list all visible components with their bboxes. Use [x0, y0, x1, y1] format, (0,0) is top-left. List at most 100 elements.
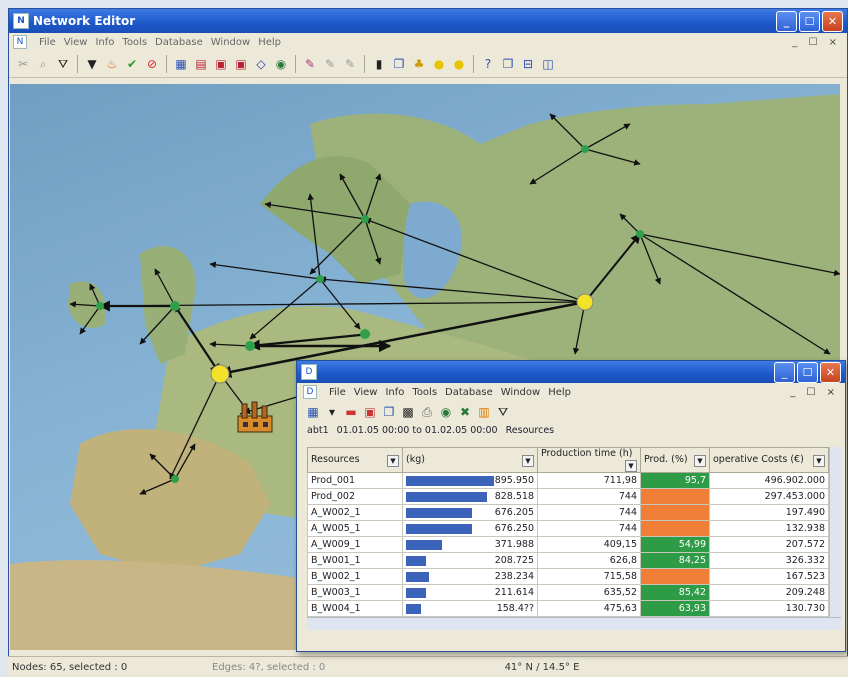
kg-bar	[406, 604, 421, 614]
cell-time: 744	[537, 488, 641, 505]
bulb2-icon[interactable]: ●	[451, 56, 467, 72]
globe-icon[interactable]: ◉	[438, 404, 454, 420]
inner-menu-view[interactable]: View	[354, 387, 378, 398]
diamond-icon[interactable]: ◇	[253, 56, 269, 72]
filter-icon[interactable]: ⛛	[55, 56, 71, 72]
filter-icon[interactable]: ▼	[522, 454, 534, 467]
title-bar[interactable]: N Network Editor _ ☐ ✕	[9, 9, 847, 33]
inner-menu-help[interactable]: Help	[548, 387, 571, 398]
table-row[interactable]: Prod_002 828.518 744 297.453.000	[307, 488, 829, 505]
cell-resource: B_W002_1	[307, 568, 403, 585]
cell-time: 475,63	[537, 600, 641, 617]
kg-value: 676.250	[494, 523, 534, 534]
col-prod-percent[interactable]: Prod. (%) ▼	[640, 447, 710, 473]
cut-icon[interactable]: ✂	[15, 56, 31, 72]
cell-time: 409,15	[537, 536, 641, 553]
cell-time: 711,98	[537, 472, 641, 489]
col-production-time[interactable]: Production time (h) ▼	[537, 447, 641, 473]
status-edges: Edges: 4?, selected : 0	[212, 661, 326, 673]
filter-icon[interactable]: ⛛	[495, 404, 511, 420]
table-row[interactable]: B_W002_1 238.234 715,58 167.523	[307, 568, 829, 585]
export-icon[interactable]: ▬	[343, 404, 359, 420]
excel-icon[interactable]: ✖	[457, 404, 473, 420]
menu-info[interactable]: Info	[95, 37, 114, 48]
menu-view[interactable]: View	[64, 37, 88, 48]
dropdown-icon[interactable]: ▾	[324, 404, 340, 420]
inner-mdi-controls[interactable]: _ ☐ ×	[790, 387, 845, 398]
filter-icon[interactable]: ▼	[625, 460, 637, 472]
inner-close-button[interactable]: ✕	[820, 361, 841, 383]
kg-bar	[406, 476, 494, 486]
calc-icon[interactable]: ▩	[400, 404, 416, 420]
copy-icon[interactable]: ❐	[381, 404, 397, 420]
vertical-scrollbar[interactable]	[829, 447, 842, 617]
mdi-controls[interactable]: _ ☐ ×	[792, 37, 847, 48]
pencil2-icon[interactable]: ✎	[322, 56, 338, 72]
table-row[interactable]: A_W009_1 371.988 409,15 54,99 207.572	[307, 536, 829, 553]
kg-bar	[406, 588, 426, 598]
globe-icon[interactable]: ◉	[273, 56, 289, 72]
node	[361, 215, 369, 223]
table-row[interactable]: A_W002_1 676.205 744 197.490	[307, 504, 829, 521]
bulb-icon[interactable]: ●	[431, 56, 447, 72]
find-icon[interactable]: ⌕	[35, 56, 51, 72]
close-button[interactable]: ✕	[822, 10, 843, 32]
inner-menu-window[interactable]: Window	[501, 387, 540, 398]
window-icon[interactable]: ❐	[500, 56, 516, 72]
box-icon[interactable]: ▣	[213, 56, 229, 72]
node	[170, 301, 180, 311]
stack-icon[interactable]: ▮	[371, 56, 387, 72]
inner-minimize-button[interactable]: _	[774, 361, 795, 383]
table-row[interactable]: B_W001_1 208.725 626,8 84,25 326.332	[307, 552, 829, 569]
inner-menu-database[interactable]: Database	[445, 387, 493, 398]
box2-icon[interactable]: ▣	[233, 56, 249, 72]
grid-icon[interactable]: ▦	[305, 404, 321, 420]
filter-icon[interactable]: ▼	[813, 454, 825, 467]
menu-window[interactable]: Window	[211, 37, 250, 48]
table-row[interactable]: B_W003_1 211.614 635,52 85,42 209.248	[307, 584, 829, 601]
maximize-button[interactable]: ☐	[799, 10, 820, 32]
kg-bar	[406, 492, 487, 502]
help-icon[interactable]: ?	[480, 56, 496, 72]
menu-database[interactable]: Database	[155, 37, 203, 48]
chart-icon[interactable]: ▤	[193, 56, 209, 72]
filter-icon[interactable]: ▼	[694, 454, 706, 467]
col-kg[interactable]: (kg) ▼	[402, 447, 538, 473]
pencil3-icon[interactable]: ✎	[342, 56, 358, 72]
col-operative-costs[interactable]: operative Costs (€) ▼	[709, 447, 829, 473]
inner-maximize-button[interactable]: ☐	[797, 361, 818, 383]
cell-kg: 158.4??	[402, 600, 538, 617]
table-icon[interactable]: ▦	[173, 56, 189, 72]
kg-value: 828.518	[494, 491, 534, 502]
table-row[interactable]: A_W005_1 676.250 744 132.938	[307, 520, 829, 537]
pencil-icon[interactable]: ✎	[302, 56, 318, 72]
cell-time: 744	[537, 520, 641, 537]
inner-title-bar[interactable]: D _ ☐ ✕	[297, 361, 845, 383]
split-v-icon[interactable]: ◫	[540, 56, 556, 72]
fire-icon[interactable]: ♨	[104, 56, 120, 72]
copy-icon[interactable]: ❐	[391, 56, 407, 72]
table-row[interactable]: Prod_001 895.950 711,98 95,7 496.902.000	[307, 472, 829, 489]
inner-menu-info[interactable]: Info	[385, 387, 404, 398]
minimize-button[interactable]: _	[776, 10, 797, 32]
cell-prod-percent: 84,25	[640, 552, 710, 569]
filter-icon[interactable]: ▼	[387, 454, 399, 467]
chart-icon[interactable]: ▥	[476, 404, 492, 420]
inner-app-icon: D	[301, 364, 317, 380]
inner-menu-tools[interactable]: Tools	[412, 387, 437, 398]
check-icon[interactable]: ✔	[124, 56, 140, 72]
image-icon[interactable]: ▣	[362, 404, 378, 420]
menu-help[interactable]: Help	[258, 37, 281, 48]
menu-tools[interactable]: Tools	[122, 37, 147, 48]
table-row[interactable]: B_W004_1 158.4?? 475,63 63,93 130.730	[307, 600, 829, 617]
col-resources[interactable]: Resources ▼	[307, 447, 403, 473]
cancel-icon[interactable]: ⊘	[144, 56, 160, 72]
tree-icon[interactable]: ♣	[411, 56, 427, 72]
cell-prod-percent	[640, 488, 710, 505]
print-icon[interactable]: ⎙	[419, 404, 435, 420]
filter-dropdown-icon[interactable]: ▼	[84, 56, 100, 72]
inner-menu-file[interactable]: File	[329, 387, 346, 398]
split-h-icon[interactable]: ⊟	[520, 56, 536, 72]
horizontal-scrollbar[interactable]	[307, 617, 841, 630]
menu-file[interactable]: File	[39, 37, 56, 48]
